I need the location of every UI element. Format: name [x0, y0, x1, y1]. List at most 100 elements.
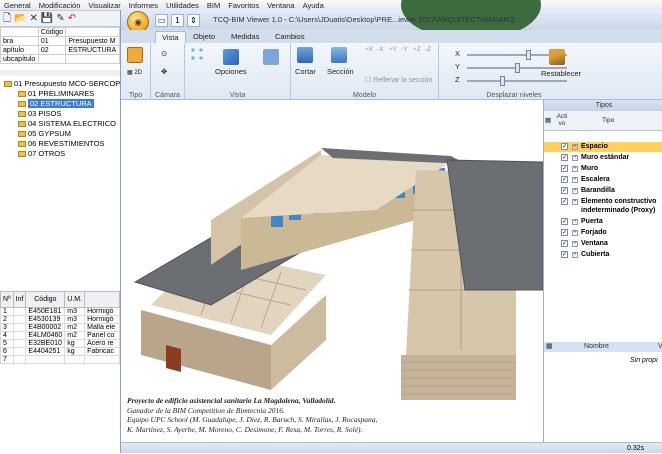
view-cube-icon[interactable]: [189, 46, 205, 64]
grid-header[interactable]: U.M.: [64, 291, 86, 308]
active-checkbox[interactable]: ✓: [561, 154, 568, 161]
tree-item[interactable]: 02 ESTRUCTURA: [0, 99, 120, 109]
rellenar-seccion-checkbox[interactable]: ☐ Rellenar la sección: [365, 76, 432, 84]
display-mode-icon[interactable]: [263, 49, 279, 67]
table-row[interactable]: 2 E4530139 m3 Hormigó: [0, 315, 120, 324]
active-checkbox[interactable]: ✓: [561, 218, 568, 225]
tree-item[interactable]: 06 REVESTIMIENTOS: [0, 139, 120, 149]
type-row[interactable]: ✓ + Escalera: [544, 175, 662, 185]
expand-icon[interactable]: +: [572, 199, 578, 205]
tab-objeto[interactable]: Objeto: [187, 31, 221, 43]
expand-icon[interactable]: +: [572, 230, 578, 236]
options-button[interactable]: Opciones: [215, 67, 247, 76]
grid-header[interactable]: Nº: [0, 291, 14, 308]
slider-y-thumb[interactable]: [514, 63, 520, 73]
seccion-button[interactable]: Sección: [327, 67, 354, 76]
activo-column[interactable]: Acti vo: [555, 113, 569, 127]
active-checkbox[interactable]: ✓: [561, 187, 568, 194]
type-row[interactable]: ✓ + Barandilla: [544, 186, 662, 196]
table-row[interactable]: 1 E450E181 m3 Hormigó: [0, 307, 120, 316]
tree-item[interactable]: 01 Presupuesto MCO-SERCOP-00: [0, 79, 131, 89]
grid-header[interactable]: Código: [25, 291, 66, 308]
active-checkbox[interactable]: ✓: [561, 165, 568, 172]
tab-medidas[interactable]: Medidas: [225, 31, 265, 43]
menu-item-1[interactable]: Modificación: [39, 0, 81, 10]
type-row[interactable]: ✓ + Ventana: [544, 239, 662, 249]
expand-icon[interactable]: +: [572, 155, 578, 161]
title-bar[interactable]: TCQ-BIM Viewer 1.0 - C:\Users\JDuatis\De…: [121, 0, 662, 40]
slider-z-thumb[interactable]: [500, 76, 506, 86]
type-row[interactable]: ✓ + Cubierta: [544, 250, 662, 260]
tipo-column[interactable]: Tipo: [602, 117, 614, 124]
orbit-icon[interactable]: ✥: [161, 67, 167, 76]
save-icon[interactable]: 💾: [41, 13, 53, 24]
broom-icon[interactable]: [549, 49, 565, 67]
menu-item-6[interactable]: Favoritos: [228, 0, 259, 10]
clip-plus-z[interactable]: +Z: [413, 46, 421, 53]
expand-icon[interactable]: +: [572, 252, 578, 258]
menu-item-3[interactable]: Informes: [129, 0, 158, 10]
expand-icon[interactable]: +: [572, 188, 578, 194]
clip-minus-y[interactable]: -Y: [401, 46, 408, 53]
menu-item-5[interactable]: BIM: [207, 0, 220, 10]
restablecer-button[interactable]: Restablecer: [541, 69, 581, 78]
camera-icon[interactable]: ⊙: [161, 49, 167, 58]
type-row[interactable]: ✓ + Elemento constructivo indeterminado (P…: [544, 197, 662, 216]
expand-icon[interactable]: +: [572, 144, 578, 150]
tree-item[interactable]: 07 OTROS: [0, 149, 120, 159]
edit-icon[interactable]: ✎: [56, 13, 64, 24]
slider-x-thumb[interactable]: [525, 50, 531, 60]
menu-item-4[interactable]: Utilidades: [166, 0, 199, 10]
level-value[interactable]: 1: [171, 13, 184, 27]
view-type-icon[interactable]: [127, 47, 143, 65]
tab-vista[interactable]: Vista: [155, 31, 186, 43]
delete-icon[interactable]: ✕: [30, 13, 38, 24]
tree-item[interactable]: 04 SISTEMA ELECTRICO: [0, 119, 120, 129]
expand-icon[interactable]: +: [572, 219, 578, 225]
type-row[interactable]: ✓ + Espacio: [544, 142, 662, 152]
menu-item-7[interactable]: Ventana: [267, 0, 295, 10]
type-row[interactable]: ✓ + Puerta: [544, 217, 662, 227]
menu-item-2[interactable]: Visualizar: [88, 0, 120, 10]
3d-viewport[interactable]: Proyecto de edificio asistencial sanitar…: [121, 100, 543, 442]
active-checkbox[interactable]: ✓: [561, 198, 568, 205]
spin-icon[interactable]: ⇕: [187, 13, 200, 27]
undo-icon[interactable]: ↶: [68, 13, 76, 24]
chapter-tree[interactable]: 01 Presupuesto MCO-SERCOP-00 01 PRELIMINA…: [0, 76, 131, 291]
active-checkbox[interactable]: ✓: [561, 143, 568, 150]
grid-header[interactable]: Inf: [12, 291, 27, 308]
cortar-button[interactable]: Cortar: [295, 67, 316, 76]
nombre-column[interactable]: Nombre: [584, 342, 609, 352]
active-checkbox[interactable]: ✓: [561, 251, 568, 258]
open-icon[interactable]: 📂: [14, 13, 26, 24]
new-icon[interactable]: 🗋: [3, 13, 11, 24]
expand-icon[interactable]: +: [572, 177, 578, 183]
clip-plus-y[interactable]: +Y: [389, 46, 397, 53]
expand-icon[interactable]: +: [572, 166, 578, 172]
tab-cambios[interactable]: Cambios: [269, 31, 311, 43]
view-2d-icon[interactable]: ▦ 2D: [127, 69, 142, 76]
menu-item-0[interactable]: General: [4, 0, 31, 10]
tree-item[interactable]: 01 PRELIMINARES: [0, 89, 120, 99]
clip-minus-z[interactable]: -Z: [425, 46, 431, 53]
table-row[interactable]: 4 E4LM0460 m2 Panel co: [0, 331, 120, 340]
table-row[interactable]: 3 E4B00002 m2 Malla ele: [0, 323, 120, 332]
value-column[interactable]: V: [658, 342, 662, 352]
folder-icon[interactable]: ▭: [155, 13, 168, 27]
active-checkbox[interactable]: ✓: [561, 176, 568, 183]
grid-header[interactable]: [84, 291, 120, 308]
tree-item[interactable]: 03 PISOS: [0, 109, 120, 119]
clip-plus-x[interactable]: +X: [365, 46, 373, 53]
table-row[interactable]: 6 E4404251 kg Fabricac: [0, 347, 120, 356]
type-row[interactable]: ✓ + Muro estándar: [544, 153, 662, 163]
type-row[interactable]: ✓ + Muro: [544, 164, 662, 174]
active-checkbox[interactable]: ✓: [561, 229, 568, 236]
slider-z[interactable]: [467, 76, 567, 86]
tree-item[interactable]: 05 GYPSUM: [0, 129, 120, 139]
active-checkbox[interactable]: ✓: [561, 240, 568, 247]
table-row[interactable]: 7: [0, 355, 120, 364]
options-icon[interactable]: [223, 49, 239, 67]
clip-minus-x[interactable]: -X: [377, 46, 384, 53]
table-row[interactable]: 5 E32BE010 kg Acero re: [0, 339, 120, 348]
menu-item-8[interactable]: Ayuda: [303, 0, 324, 10]
